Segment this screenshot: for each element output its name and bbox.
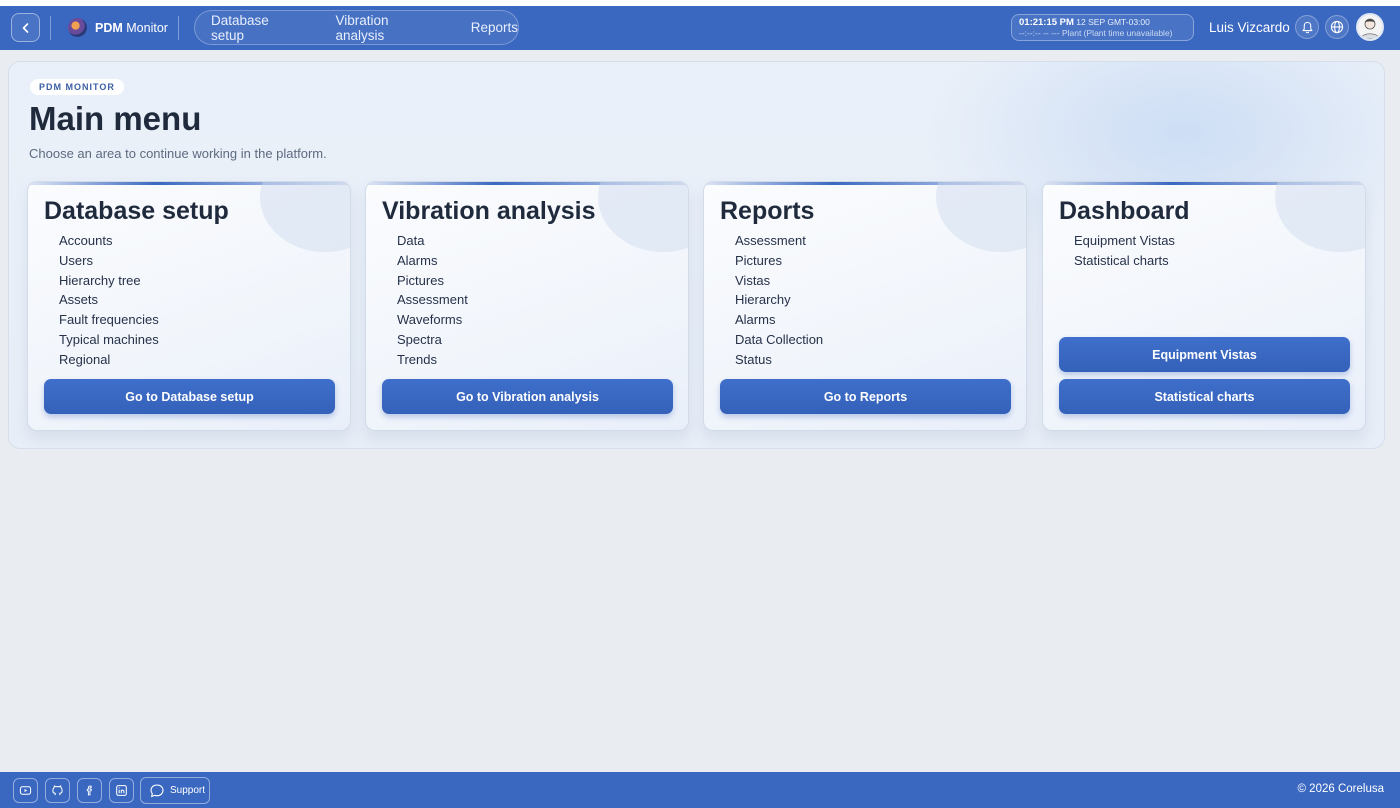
linkedin-icon (116, 785, 127, 796)
language-button[interactable] (1325, 15, 1349, 39)
card-vibration-analysis: Vibration analysis Data Alarms Pictures … (365, 181, 689, 431)
avatar[interactable] (1356, 13, 1384, 41)
card-database-setup: Database setup Accounts Users Hierarchy … (27, 181, 351, 431)
github-link[interactable] (45, 778, 70, 803)
statistical-charts-button[interactable]: Statistical charts (1059, 379, 1350, 414)
go-to-vibration-analysis-button[interactable]: Go to Vibration analysis (382, 379, 673, 414)
copyright: © 2026 Corelusa (1297, 783, 1384, 795)
equipment-vistas-button[interactable]: Equipment Vistas (1059, 337, 1350, 372)
card-item-list: Data Alarms Pictures Assessment Waveform… (397, 233, 468, 372)
card-item-list: Equipment Vistas Statistical charts (1074, 233, 1175, 273)
top-navbar: PDM Monitor Database setup Vibration ana… (0, 6, 1400, 50)
chevron-left-icon (22, 22, 28, 33)
list-item[interactable]: Assessment (397, 292, 468, 312)
github-icon (52, 785, 63, 796)
list-item[interactable]: Pictures (397, 273, 468, 293)
user-name[interactable]: Luis Vizcardo (1209, 20, 1290, 35)
card-item-list: Accounts Users Hierarchy tree Assets Fau… (59, 233, 159, 372)
card-title: Vibration analysis (382, 197, 596, 225)
list-item[interactable]: Vistas (735, 273, 823, 293)
globe-icon (1330, 20, 1344, 34)
main-menu-panel: PDM MONITOR Main menu Choose an area to … (8, 61, 1385, 449)
notifications-button[interactable] (1295, 15, 1319, 39)
list-item[interactable]: Data Collection (735, 332, 823, 352)
go-to-database-setup-button[interactable]: Go to Database setup (44, 379, 335, 414)
list-item[interactable]: Fault frequencies (59, 312, 159, 332)
section-badge: PDM MONITOR (30, 79, 124, 95)
support-label: Support (170, 785, 206, 796)
back-button[interactable] (11, 13, 40, 42)
list-item[interactable]: Trends (397, 352, 468, 372)
divider (50, 16, 51, 40)
list-item[interactable]: Assets (59, 292, 159, 312)
brand[interactable]: PDM Monitor (68, 18, 168, 37)
clock-widget: 01:21:15 PM 12 SEP GMT-03:00 --:--:-- --… (1011, 14, 1194, 41)
footer: Support © 2026 Corelusa (0, 772, 1400, 808)
chat-bubble-icon (150, 783, 164, 797)
card-title: Database setup (44, 197, 229, 225)
clock-timezone: GMT-03:00 (1107, 17, 1150, 27)
main-nav: Database setup Vibration analysis Report… (194, 10, 519, 45)
list-item[interactable]: Waveforms (397, 312, 468, 332)
user-avatar-icon (1360, 18, 1380, 39)
nav-reports[interactable]: Reports (471, 20, 518, 35)
list-item[interactable]: Equipment Vistas (1074, 233, 1175, 253)
list-item[interactable]: Assessment (735, 233, 823, 253)
page-title: Main menu (29, 100, 202, 137)
list-item[interactable]: Regional (59, 352, 159, 372)
card-reports: Reports Assessment Pictures Vistas Hiera… (703, 181, 1027, 431)
youtube-icon (19, 786, 32, 795)
list-item[interactable]: Spectra (397, 332, 468, 352)
nav-vibration-analysis[interactable]: Vibration analysis (335, 13, 438, 43)
list-item[interactable]: Hierarchy tree (59, 273, 159, 293)
list-item[interactable]: Statistical charts (1074, 253, 1175, 273)
list-item[interactable]: Typical machines (59, 332, 159, 352)
clock-time: 01:21:15 PM (1019, 17, 1074, 28)
list-item[interactable]: Alarms (735, 312, 823, 332)
clock-date: 12 SEP (1076, 17, 1105, 27)
youtube-link[interactable] (13, 778, 38, 803)
list-item[interactable]: Hierarchy (735, 292, 823, 312)
list-item[interactable]: Accounts (59, 233, 159, 253)
card-item-list: Assessment Pictures Vistas Hierarchy Ala… (735, 233, 823, 372)
card-title: Reports (720, 197, 815, 225)
bell-icon (1302, 21, 1312, 33)
go-to-reports-button[interactable]: Go to Reports (720, 379, 1011, 414)
linkedin-link[interactable] (109, 778, 134, 803)
card-title: Dashboard (1059, 197, 1190, 225)
plant-time: --:--:-- -- --- Plant (Plant time unavai… (1019, 28, 1173, 38)
nav-database-setup[interactable]: Database setup (211, 13, 303, 43)
list-item[interactable]: Status (735, 352, 823, 372)
list-item[interactable]: Alarms (397, 253, 468, 273)
brand-logo-icon (68, 18, 87, 37)
list-item[interactable]: Users (59, 253, 159, 273)
brand-name: PDM Monitor (95, 20, 168, 35)
list-item[interactable]: Data (397, 233, 468, 253)
divider (178, 16, 179, 40)
card-dashboard: Dashboard Equipment Vistas Statistical c… (1042, 181, 1366, 431)
support-button[interactable]: Support (140, 777, 210, 804)
facebook-icon (86, 785, 92, 796)
list-item[interactable]: Pictures (735, 253, 823, 273)
page-subtitle: Choose an area to continue working in th… (29, 146, 327, 161)
facebook-link[interactable] (77, 778, 102, 803)
